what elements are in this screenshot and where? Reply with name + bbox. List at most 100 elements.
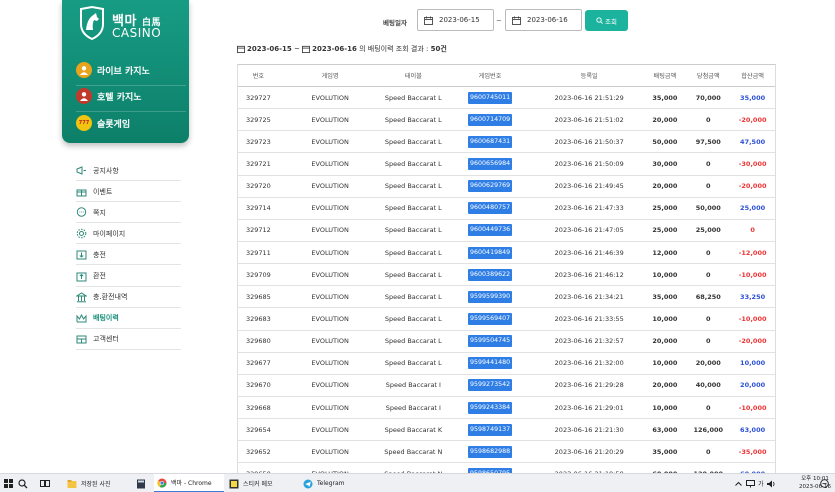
sidebar-item-label: 공지사항 — [93, 166, 119, 175]
game-number-badge[interactable]: 9600687431 — [468, 135, 513, 148]
cell-value: 329725 — [246, 115, 271, 124]
game-number-badge[interactable]: 9600714709 — [468, 113, 513, 126]
result-start-date: 2023-06-15 — [247, 45, 292, 53]
result-summary: 2023-06-15 ~ 2023-06-16 의 배팅이력 조회 결과 : 5… — [237, 44, 447, 54]
table-cell: 9599441480 — [445, 357, 535, 370]
game-number-badge[interactable]: 9600449736 — [468, 224, 513, 237]
game-number-badge[interactable]: 9598682988 — [468, 445, 513, 458]
taskbar-item-label: 저장된 사진 — [81, 481, 111, 488]
table-cell: 329725 — [238, 116, 279, 124]
system-tray[interactable]: 가 — [735, 474, 780, 492]
page: 백마 白馬 CASINO 라이브 카지노 호텔 카지노 777 슬롯게임 공지사항이벤… — [0, 0, 835, 492]
game-number-badge[interactable]: 9600629769 — [468, 180, 513, 193]
sidebar-item-label: 충.환전내역 — [93, 293, 128, 302]
table-cell: -12,000 — [730, 249, 775, 257]
game-slot[interactable]: 777 슬롯게임 — [76, 112, 186, 134]
table-cell: 2023-06-16 21:50:09 — [535, 160, 644, 168]
table-cell: 97,500 — [686, 138, 730, 146]
table-cell: Speed Baccarat L — [381, 116, 445, 124]
taskbar-item-3[interactable]: 스티커 메모 — [226, 474, 298, 492]
game-number-badge[interactable]: 9599273542 — [468, 379, 513, 392]
cell-value: 25,000 — [740, 204, 766, 213]
cell-value: 0 — [706, 314, 711, 323]
game-number-badge[interactable]: 9599504745 — [468, 335, 513, 348]
result-end-date: 2023-06-16 — [312, 45, 357, 53]
betting-history-table: 번호 게임명 테이블 게임번호 등록일 배팅금액 당첨금액 합산금액 329727 EVOLUT… — [237, 64, 776, 486]
table-cell: 33,250 — [730, 293, 775, 301]
taskbar-item-0[interactable]: 저장된 사진 — [64, 474, 122, 492]
logo[interactable]: 백마 白馬 CASINO — [76, 4, 176, 46]
table-cell: 10,000 — [644, 315, 687, 323]
table-cell: 329727 — [238, 94, 279, 102]
cell-value: 20,000 — [652, 182, 678, 191]
cell-value: Speed Baccarat L — [384, 93, 442, 102]
table-header: 번호 게임명 테이블 게임번호 등록일 배팅금액 당첨금액 합산금액 — [238, 65, 775, 87]
sidebar-item-label: 쪽지 — [93, 208, 106, 217]
cell-value: -20,000 — [738, 337, 767, 346]
cell-value: 329711 — [246, 248, 271, 257]
sidebar-item-4[interactable]: 충전 — [76, 244, 181, 266]
table-cell: 0 — [686, 337, 730, 345]
table-cell: 329712 — [238, 226, 279, 234]
table-cell: -20,000 — [730, 337, 775, 345]
table-cell: Speed Baccarat L — [381, 359, 445, 367]
sidebar-item-5[interactable]: 환전 — [76, 265, 181, 287]
taskbar-item-2[interactable]: 백마 - Chrome — [154, 474, 224, 492]
end-date-input[interactable]: 2023-06-16 — [505, 9, 582, 31]
brand-panel: 백마 白馬 CASINO 라이브 카지노 호텔 카지노 777 슬롯게임 — [62, 0, 189, 143]
cell-value: 10,000 — [652, 403, 678, 412]
game-number-badge[interactable]: 9598749137 — [468, 423, 513, 436]
table-cell: 35,000 — [644, 448, 687, 456]
table-cell: 10,000 — [644, 359, 687, 367]
search-button[interactable]: 조회 — [585, 10, 628, 31]
game-number-badge[interactable]: 9599569407 — [468, 312, 513, 325]
taskbar-item-4[interactable]: Telegram — [300, 474, 360, 492]
table-cell: 2023-06-16 21:29:28 — [535, 381, 644, 389]
start-button[interactable] — [4, 474, 13, 492]
game-hotel-casino[interactable]: 호텔 카지노 — [76, 85, 186, 112]
cell-value: 0 — [706, 248, 711, 257]
column-header: 합산금액 — [741, 73, 764, 80]
chevron-up-icon — [735, 481, 742, 486]
gear-icon — [76, 228, 87, 239]
cell-value: EVOLUTION — [311, 381, 349, 390]
game-live-casino[interactable]: 라이브 카지노 — [76, 59, 186, 86]
start-date-input[interactable]: 2023-06-15 — [417, 9, 494, 31]
sidebar-item-8[interactable]: 고객센터 — [76, 329, 181, 350]
table-cell: EVOLUTION — [279, 116, 382, 124]
game-number-badge[interactable]: 9600656984 — [468, 157, 513, 170]
table-cell: 329711 — [238, 249, 279, 257]
notification-button[interactable] — [820, 474, 829, 492]
cell-value: 70,000 — [695, 93, 721, 102]
sidebar-item-3[interactable]: 마이페이지 — [76, 223, 181, 245]
taskbar-item-label: 백마 - Chrome — [171, 480, 212, 487]
table-cell: EVOLUTION — [279, 293, 382, 301]
cell-value: EVOLUTION — [311, 403, 349, 412]
table-cell: 9600629769 — [445, 180, 535, 193]
table-cell: 329683 — [238, 315, 279, 323]
sidebar-item-1[interactable]: 이벤트 — [76, 181, 181, 203]
table-cell: 329723 — [238, 138, 279, 146]
sidebar-item-0[interactable]: 공지사항 — [76, 160, 181, 182]
game-number-badge[interactable]: 9600389622 — [468, 268, 513, 281]
game-number-badge[interactable]: 9600745011 — [468, 91, 513, 104]
table-row: 329725 EVOLUTION Speed Baccarat L 960071470… — [238, 109, 775, 132]
game-number-badge[interactable]: 9600480757 — [468, 202, 513, 215]
table-cell: 25,000 — [686, 226, 730, 234]
cell-value: 10,000 — [652, 270, 678, 279]
sidebar-item-2[interactable]: 쪽지 — [76, 202, 181, 224]
table-cell: 68,250 — [686, 293, 730, 301]
game-number-badge[interactable]: 9599441480 — [468, 357, 513, 370]
table-cell: EVOLUTION — [279, 249, 382, 257]
sidebar-item-6[interactable]: 충.환전내역 — [76, 287, 181, 308]
sidebar-item-7[interactable]: 배팅이력 — [76, 308, 181, 329]
game-number-badge[interactable]: 9600419849 — [468, 246, 513, 259]
taskbar-item-1[interactable] — [133, 474, 147, 492]
game-number-badge[interactable]: 9599243384 — [468, 401, 513, 414]
game-number-badge[interactable]: 9599599390 — [468, 290, 513, 303]
table-cell: 50,000 — [644, 138, 687, 146]
task-view-button[interactable] — [40, 474, 50, 492]
taskbar-search[interactable] — [18, 474, 28, 492]
table-cell: 47,500 — [730, 138, 775, 146]
table-cell: 2023-06-16 21:33:55 — [535, 315, 644, 323]
